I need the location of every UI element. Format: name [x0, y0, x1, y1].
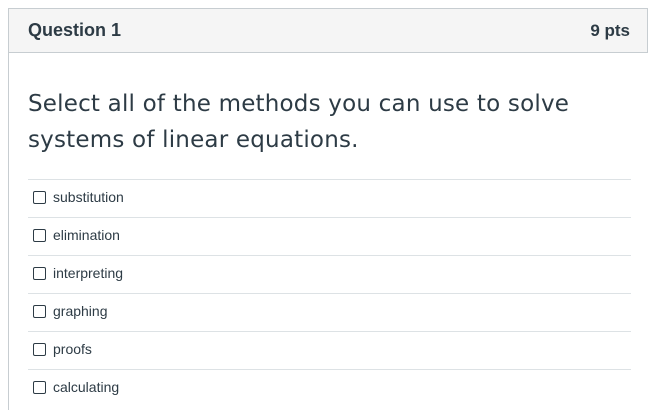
checkbox[interactable] [33, 267, 46, 280]
answer-option-calculating[interactable]: calculating [28, 369, 631, 407]
question-prompt-line-2: systems of linear equations. [28, 127, 359, 153]
answer-option-substitution[interactable]: substitution [28, 179, 631, 217]
checkbox[interactable] [33, 381, 46, 394]
question-points: 9 pts [590, 21, 630, 40]
checkbox[interactable] [33, 191, 46, 204]
quiz-question-card: Question 1 9 pts Select all of the metho… [0, 0, 648, 410]
answer-label[interactable]: graphing [53, 303, 108, 319]
answer-label[interactable]: calculating [53, 379, 119, 395]
answer-label[interactable]: proofs [53, 341, 92, 357]
question-prompt-line-1: Select all of the methods you can use to… [28, 91, 570, 117]
checkbox[interactable] [33, 305, 46, 318]
question-body: Select all of the methods you can use to… [8, 52, 648, 410]
answer-list: substitution elimination interpreting gr… [28, 179, 631, 407]
answer-option-interpreting[interactable]: interpreting [28, 255, 631, 293]
checkbox[interactable] [33, 343, 46, 356]
question-title: Question 1 [28, 20, 122, 40]
answer-option-proofs[interactable]: proofs [28, 331, 631, 369]
checkbox[interactable] [33, 229, 46, 242]
answer-label[interactable]: interpreting [53, 265, 123, 281]
answer-option-graphing[interactable]: graphing [28, 293, 631, 331]
question-prompt: Select all of the methods you can use to… [28, 86, 588, 158]
answer-label[interactable]: elimination [53, 227, 120, 243]
answer-option-elimination[interactable]: elimination [28, 217, 631, 255]
question-header: Question 1 9 pts [8, 8, 648, 53]
answer-label[interactable]: substitution [53, 189, 124, 205]
